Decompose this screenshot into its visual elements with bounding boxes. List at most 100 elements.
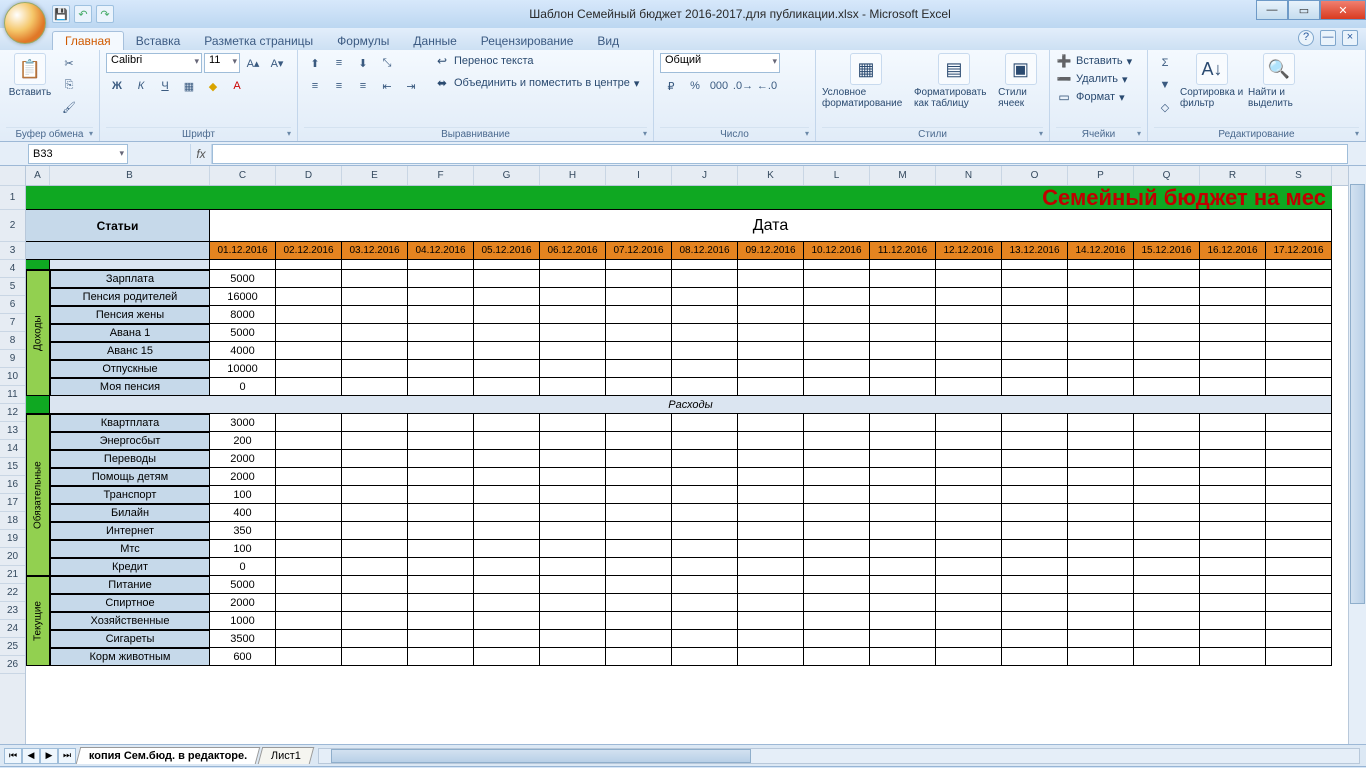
col-header[interactable]: M <box>870 166 936 185</box>
cell[interactable] <box>540 360 606 378</box>
format-painter-icon[interactable]: 🖌 <box>58 97 80 117</box>
cell[interactable] <box>804 432 870 450</box>
cell[interactable]: Транспорт <box>50 486 210 504</box>
cell[interactable] <box>1002 324 1068 342</box>
col-header[interactable]: F <box>408 166 474 185</box>
align-center-icon[interactable]: ≡ <box>328 76 350 96</box>
cell[interactable] <box>804 630 870 648</box>
cell[interactable] <box>738 306 804 324</box>
cell[interactable] <box>606 558 672 576</box>
copy-icon[interactable]: ⎘ <box>58 75 80 95</box>
cell[interactable] <box>342 486 408 504</box>
wrap-text-button[interactable]: ↩Перенос текста <box>434 53 639 69</box>
cell[interactable] <box>738 414 804 432</box>
shrink-font-icon[interactable]: A▾ <box>266 53 288 73</box>
cell[interactable] <box>870 612 936 630</box>
cell[interactable] <box>1068 486 1134 504</box>
cell[interactable] <box>474 260 540 270</box>
cell[interactable] <box>408 260 474 270</box>
cell[interactable] <box>408 630 474 648</box>
inc-decimal-icon[interactable]: .0→ <box>732 76 754 96</box>
cell[interactable]: 07.12.2016 <box>606 242 672 260</box>
cell[interactable] <box>1068 612 1134 630</box>
number-format-combo[interactable]: Общий <box>660 53 780 73</box>
cell[interactable] <box>1134 260 1200 270</box>
cell[interactable] <box>738 612 804 630</box>
cell[interactable] <box>276 594 342 612</box>
cell[interactable] <box>606 450 672 468</box>
cell[interactable] <box>936 486 1002 504</box>
cell[interactable] <box>804 540 870 558</box>
cell[interactable] <box>276 576 342 594</box>
col-header[interactable]: S <box>1266 166 1332 185</box>
row-header[interactable]: 16 <box>0 476 25 494</box>
cell[interactable] <box>1068 324 1134 342</box>
cell[interactable] <box>738 522 804 540</box>
cell[interactable]: Энергосбыт <box>50 432 210 450</box>
hscroll-thumb[interactable] <box>331 749 751 763</box>
cell[interactable] <box>540 414 606 432</box>
cell[interactable] <box>936 612 1002 630</box>
fx-button[interactable]: fx <box>190 144 212 164</box>
cell[interactable] <box>1068 270 1134 288</box>
cell[interactable] <box>606 414 672 432</box>
cell[interactable] <box>1068 558 1134 576</box>
cell[interactable] <box>1200 630 1266 648</box>
cell[interactable] <box>474 306 540 324</box>
cell[interactable] <box>1266 306 1332 324</box>
cell[interactable] <box>1002 414 1068 432</box>
cell[interactable] <box>1266 260 1332 270</box>
cell[interactable] <box>1266 486 1332 504</box>
cell[interactable] <box>672 648 738 666</box>
col-header[interactable]: E <box>342 166 408 185</box>
cell[interactable] <box>408 360 474 378</box>
cell[interactable] <box>870 540 936 558</box>
cell[interactable]: Кредит <box>50 558 210 576</box>
cell[interactable] <box>1002 378 1068 396</box>
cell[interactable] <box>1068 450 1134 468</box>
cell[interactable] <box>1068 378 1134 396</box>
col-header[interactable]: O <box>1002 166 1068 185</box>
cell[interactable]: Пенсия родителей <box>50 288 210 306</box>
cell[interactable] <box>738 504 804 522</box>
cell[interactable] <box>870 378 936 396</box>
cell[interactable]: Мтс <box>50 540 210 558</box>
ribbon-minimize-icon[interactable]: — <box>1320 30 1336 46</box>
cell[interactable] <box>936 324 1002 342</box>
sheet-nav-last[interactable]: ⏭ <box>58 748 76 764</box>
cell[interactable] <box>1002 270 1068 288</box>
cell[interactable]: 3500 <box>210 630 276 648</box>
format-table-button[interactable]: ▤Форматировать как таблицу <box>914 53 994 109</box>
clear-icon[interactable]: ◇ <box>1154 97 1176 117</box>
cell[interactable] <box>210 260 276 270</box>
row-header[interactable]: 26 <box>0 656 25 674</box>
cell[interactable]: 400 <box>210 504 276 522</box>
cell[interactable] <box>870 270 936 288</box>
cell[interactable] <box>672 414 738 432</box>
row-header[interactable]: 17 <box>0 494 25 512</box>
row-header[interactable]: 12 <box>0 404 25 422</box>
cell[interactable] <box>1134 540 1200 558</box>
cell[interactable] <box>1068 342 1134 360</box>
cell[interactable] <box>1002 360 1068 378</box>
cut-icon[interactable]: ✂ <box>58 53 80 73</box>
cell[interactable] <box>870 594 936 612</box>
cell[interactable] <box>1134 342 1200 360</box>
cell[interactable] <box>1200 342 1266 360</box>
cell[interactable] <box>276 306 342 324</box>
cell[interactable] <box>804 288 870 306</box>
border-icon[interactable]: ▦ <box>178 76 200 96</box>
cell[interactable] <box>342 522 408 540</box>
cell[interactable]: 12.12.2016 <box>936 242 1002 260</box>
find-select-button[interactable]: 🔍Найти и выделить <box>1248 53 1310 109</box>
cell[interactable] <box>1002 540 1068 558</box>
sheet-tab-1[interactable]: копия Сем.бюд. в редакторе. <box>76 747 261 764</box>
paste-button[interactable]: 📋 Вставить <box>6 53 54 98</box>
cell[interactable] <box>936 360 1002 378</box>
align-middle-icon[interactable]: ≡ <box>328 53 350 73</box>
cell[interactable] <box>474 558 540 576</box>
cell[interactable] <box>870 324 936 342</box>
cell[interactable] <box>936 450 1002 468</box>
cell[interactable] <box>672 324 738 342</box>
cell[interactable] <box>1002 558 1068 576</box>
